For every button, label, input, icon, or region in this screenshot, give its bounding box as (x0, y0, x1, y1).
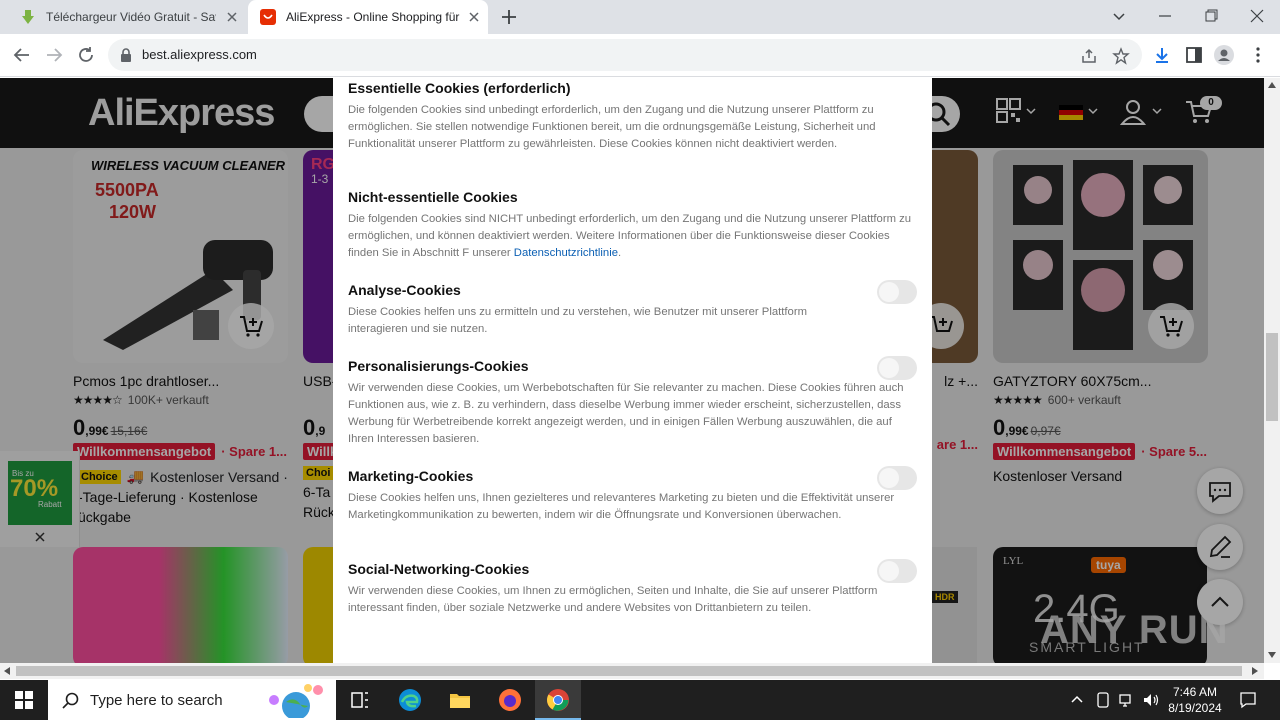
section-title: Personalisierungs-Cookies (348, 358, 529, 374)
section-description: Diese Cookies helfen uns, Ihnen gezielte… (348, 492, 895, 521)
chrome-icon (547, 689, 569, 711)
clock-time: 7:46 AM (1172, 685, 1218, 699)
minimize-icon[interactable] (1154, 6, 1176, 26)
browser-tabstrip: Téléchargeur Vidéo Gratuit - Save AliExp… (0, 0, 1280, 34)
vertical-scrollbar[interactable] (1264, 78, 1280, 663)
tab-title: AliExpress - Online Shopping für (286, 10, 460, 24)
menu-kebab-icon[interactable] (1248, 45, 1268, 65)
bookmark-star-icon[interactable] (1112, 47, 1130, 65)
taskbar-search-box[interactable]: Type here to search (48, 680, 336, 720)
cookie-section-nonessential: Nicht-essentielle Cookies Die folgenden … (348, 189, 918, 262)
toggle-knob (879, 561, 899, 581)
url-text[interactable]: best.aliexpress.com (142, 47, 257, 62)
close-window-icon[interactable] (1246, 6, 1268, 26)
analytics-cookies-toggle[interactable] (877, 280, 917, 304)
personalization-cookies-toggle[interactable] (877, 356, 917, 380)
download-arrow-icon (22, 10, 34, 24)
downloads-icon[interactable] (1152, 45, 1172, 65)
lock-icon[interactable] (120, 48, 132, 62)
system-clock[interactable]: 7:46 AM 8/19/2024 (1160, 684, 1230, 716)
horizontal-scrollbar[interactable] (0, 663, 1264, 679)
scroll-down-arrow-icon[interactable] (1268, 652, 1276, 658)
section-description: Wir verwenden diese Cookies, um Ihnen zu… (348, 585, 878, 614)
tray-chevron-up-icon[interactable] (1070, 694, 1084, 704)
network-icon[interactable] (1118, 691, 1136, 709)
section-description: Diese Cookies helfen uns zu ermitteln un… (348, 306, 807, 335)
section-description: Wir verwenden diese Cookies, um Werbebot… (348, 382, 904, 445)
windows-start-icon[interactable] (12, 688, 36, 712)
side-panel-icon[interactable] (1184, 45, 1204, 65)
cookie-settings-modal: Essentielle Cookies (erforderlich) Die f… (333, 78, 932, 663)
toggle-knob (879, 358, 899, 378)
task-view-icon[interactable] (348, 688, 372, 712)
address-bar[interactable]: best.aliexpress.com (108, 39, 1142, 71)
webpage: AliExpress 0 WIRELESS VACUUM CLEANER 550… (0, 78, 1264, 663)
aliexpress-favicon-icon (260, 9, 276, 25)
description-end: . (618, 247, 622, 259)
section-title: Marketing-Cookies (348, 468, 474, 484)
scroll-up-arrow-icon[interactable] (1268, 82, 1276, 88)
clock-date: 8/19/2024 (1168, 701, 1222, 715)
new-tab-plus-icon[interactable] (500, 8, 518, 26)
social-networking-cookies-toggle[interactable] (877, 559, 917, 583)
search-placeholder: Type here to search (90, 691, 223, 709)
section-title: Essentielle Cookies (erforderlich) (348, 80, 571, 96)
share-icon[interactable] (1080, 47, 1098, 65)
close-tab-icon[interactable] (466, 9, 482, 25)
restore-icon[interactable] (1200, 6, 1222, 26)
profile-avatar-icon[interactable] (1214, 45, 1234, 65)
cookie-section-social: Social-Networking-Cookies Wir verwenden … (348, 561, 918, 617)
cookie-section-marketing: Marketing-Cookies Diese Cookies helfen u… (348, 468, 918, 524)
cookie-section-personalization: Personalisierungs-Cookies Wir verwenden … (348, 358, 918, 448)
tab-video-downloader[interactable]: Téléchargeur Vidéo Gratuit - Save (8, 0, 246, 34)
toggle-knob (879, 282, 899, 302)
section-description: Die folgenden Cookies sind unbedingt erf… (348, 104, 876, 150)
marketing-cookies-toggle[interactable] (877, 466, 917, 490)
scroll-left-arrow-icon[interactable] (4, 667, 10, 675)
notification-center-icon[interactable] (1238, 690, 1258, 710)
section-title: Nicht-essentielle Cookies (348, 189, 518, 205)
cookie-section-analytics: Analyse-Cookies Diese Cookies helfen uns… (348, 282, 918, 338)
section-title: Analyse-Cookies (348, 282, 461, 298)
scrollbar-thumb[interactable] (1266, 333, 1278, 421)
section-description: Die folgenden Cookies sind NICHT unbedin… (348, 211, 918, 262)
edge-browser-icon[interactable] (398, 688, 422, 712)
back-arrow-icon[interactable] (12, 45, 32, 65)
search-icon (62, 692, 79, 709)
tray-device-icon[interactable] (1094, 691, 1112, 709)
toggle-knob (879, 468, 899, 488)
volume-icon[interactable] (1142, 691, 1160, 709)
forward-arrow-icon[interactable] (44, 45, 64, 65)
close-tab-icon[interactable] (224, 9, 240, 25)
section-title: Social-Networking-Cookies (348, 561, 530, 577)
privacy-policy-link[interactable]: Datenschutzrichtlinie (514, 247, 618, 259)
cookie-section-essential: Essentielle Cookies (erforderlich) Die f… (348, 80, 918, 153)
windows-taskbar: Type here to search 7:46 AM 8/19/2024 (0, 680, 1280, 720)
reload-icon[interactable] (76, 45, 96, 65)
description-text: Die folgenden Cookies sind NICHT unbedin… (348, 213, 912, 259)
tab-title: Téléchargeur Vidéo Gratuit - Save (46, 10, 216, 24)
tab-search-chevron-icon[interactable] (1108, 6, 1130, 26)
tab-aliexpress[interactable]: AliExpress - Online Shopping für (248, 0, 488, 34)
browser-toolbar: best.aliexpress.com (0, 34, 1280, 77)
file-explorer-icon[interactable] (448, 688, 472, 712)
firefox-icon[interactable] (498, 688, 522, 712)
search-highlight-globe-icon (269, 684, 323, 718)
scroll-right-arrow-icon[interactable] (1252, 667, 1258, 675)
chrome-taskbar-button[interactable] (535, 680, 581, 720)
scrollbar-thumb[interactable] (16, 666, 1242, 676)
